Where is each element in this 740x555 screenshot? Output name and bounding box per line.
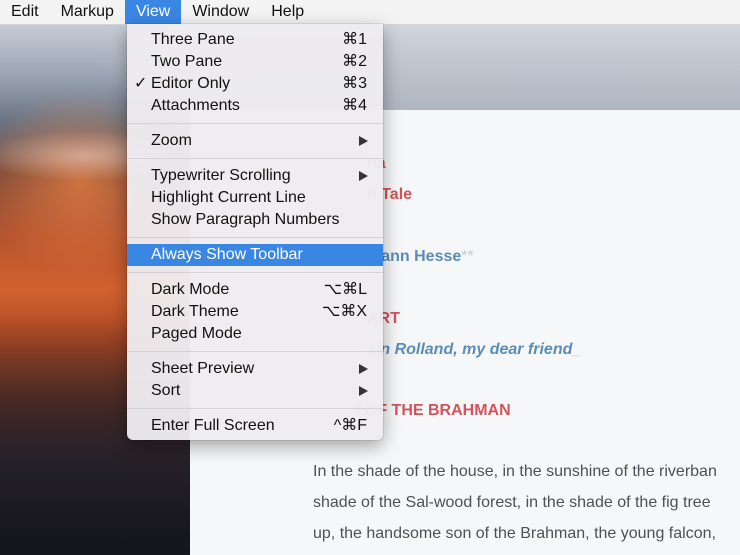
menu-item-dark-mode[interactable]: Dark Mode ⌥⌘L (127, 279, 383, 301)
menu-item-typewriter-scrolling[interactable]: Typewriter Scrolling (127, 165, 383, 187)
submenu-arrow-icon (359, 386, 368, 396)
submenu-arrow-icon (359, 171, 368, 181)
menu-item-label: Sheet Preview (151, 360, 255, 377)
shortcut-label: ^⌘F (333, 417, 367, 434)
menu-markup[interactable]: Markup (50, 0, 125, 24)
menu-edit[interactable]: Edit (0, 0, 50, 24)
menu-bar: Edit Markup View Window Help (0, 0, 740, 25)
checkmark-icon: ✓ (134, 75, 148, 92)
menu-item-label: Attachments (151, 97, 240, 114)
italic-marker: _ (572, 341, 582, 358)
menu-item-editor-only[interactable]: ✓ Editor Only ⌘3 (127, 73, 383, 95)
paragraph-line: up, the handsome son of the Brahman, the… (313, 525, 716, 542)
document-dedication: ain Rolland, my dear friend_ (367, 341, 581, 359)
menu-item-zoom[interactable]: Zoom (127, 130, 383, 152)
menu-item-label: Highlight Current Line (151, 189, 306, 206)
menu-item-sheet-preview[interactable]: Sheet Preview (127, 358, 383, 380)
menu-item-two-pane[interactable]: Two Pane ⌘2 (127, 51, 383, 73)
menu-item-label: Typewriter Scrolling (151, 167, 291, 184)
menu-item-label: Two Pane (151, 53, 223, 70)
menu-item-label: Always Show Toolbar (151, 246, 303, 263)
menu-item-attachments[interactable]: Attachments ⌘4 (127, 95, 383, 117)
menu-item-show-paragraph-numbers[interactable]: Show Paragraph Numbers (127, 209, 383, 231)
shortcut-label: ⌘3 (342, 75, 367, 92)
submenu-arrow-icon (359, 364, 368, 374)
document-author: mann Hesse** (367, 248, 474, 266)
submenu-arrow-icon (359, 136, 368, 146)
menu-separator (127, 272, 383, 273)
menu-item-label: Dark Theme (151, 303, 239, 320)
shortcut-label: ⌘2 (342, 53, 367, 70)
menu-separator (127, 408, 383, 409)
menu-window[interactable]: Window (181, 0, 260, 24)
menu-item-paged-mode[interactable]: Paged Mode (127, 323, 383, 345)
menu-item-label: Sort (151, 382, 181, 399)
menu-item-label: Zoom (151, 132, 192, 149)
menu-separator (127, 123, 383, 124)
menu-item-dark-theme[interactable]: Dark Theme ⌥⌘X (127, 301, 383, 323)
menu-item-label: Dark Mode (151, 281, 230, 298)
menu-item-label: Paged Mode (151, 325, 242, 342)
shortcut-label: ⌥⌘X (321, 303, 367, 320)
menu-separator (127, 158, 383, 159)
bold-marker: ** (461, 248, 474, 265)
menu-help[interactable]: Help (260, 0, 315, 24)
menu-item-always-show-toolbar[interactable]: Always Show Toolbar (127, 244, 383, 266)
shortcut-label: ⌘1 (342, 31, 367, 48)
menu-item-label: Show Paragraph Numbers (151, 211, 340, 228)
shortcut-label: ⌥⌘L (323, 281, 367, 298)
menu-separator (127, 351, 383, 352)
shortcut-label: ⌘4 (342, 97, 367, 114)
paragraph-line: In the shade of the house, in the sunshi… (313, 463, 717, 480)
menu-item-label: Three Pane (151, 31, 235, 48)
paragraph-line: shade of the Sal-wood forest, in the sha… (313, 494, 711, 511)
menu-item-label: Editor Only (151, 75, 231, 92)
menu-item-sort[interactable]: Sort (127, 380, 383, 402)
view-menu-dropdown: Three Pane ⌘1 Two Pane ⌘2 ✓ Editor Only … (127, 24, 383, 440)
menu-item-label: Enter Full Screen (151, 417, 275, 434)
menu-item-enter-full-screen[interactable]: Enter Full Screen ^⌘F (127, 415, 383, 437)
dedication-text: ain Rolland, my dear friend (367, 341, 573, 358)
menu-view[interactable]: View (124, 0, 182, 24)
menu-item-highlight-current-line[interactable]: Highlight Current Line (127, 187, 383, 209)
menu-separator (127, 237, 383, 238)
menu-item-three-pane[interactable]: Three Pane ⌘1 (127, 29, 383, 51)
